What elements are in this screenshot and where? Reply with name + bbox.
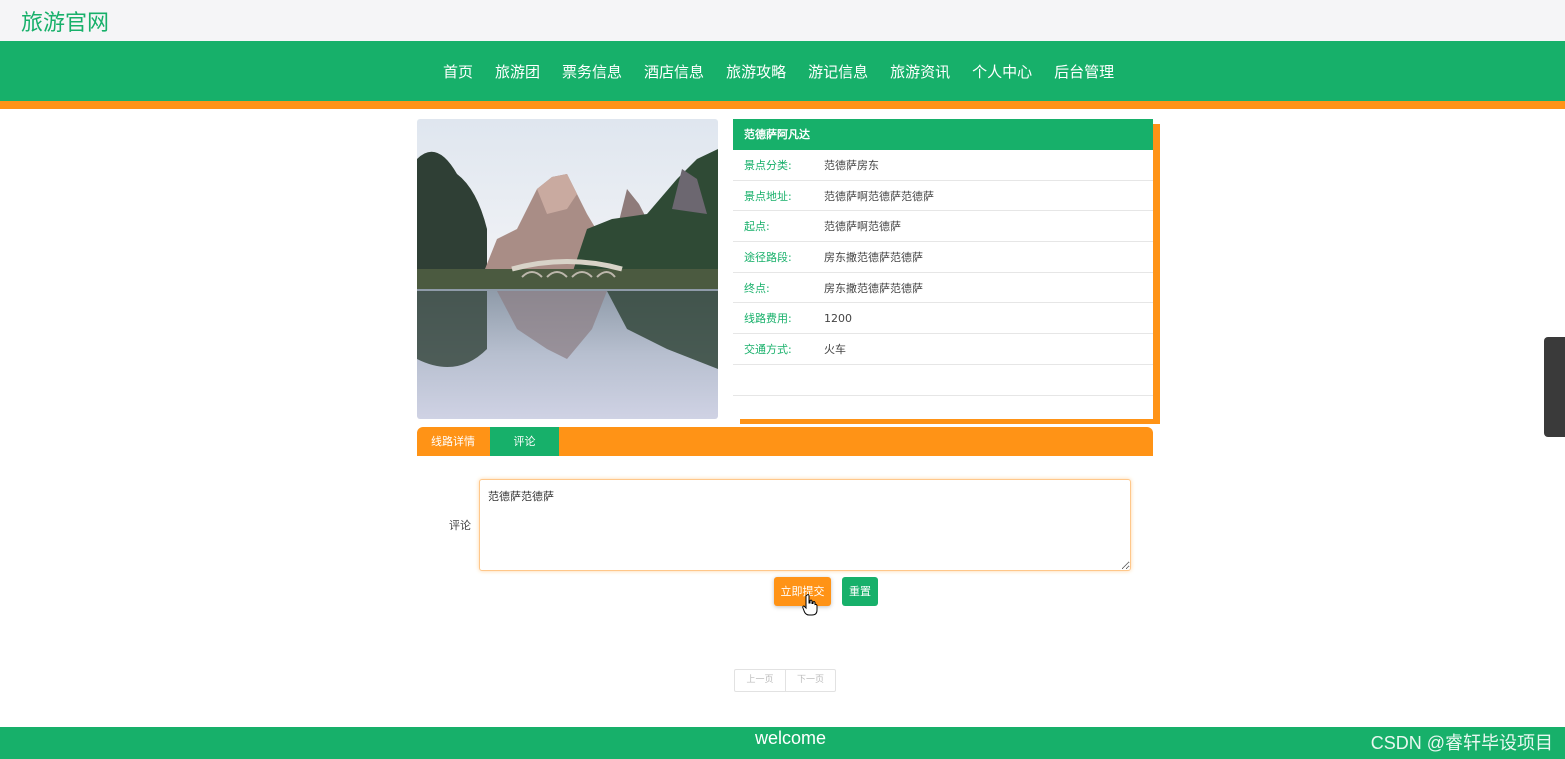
info-value: 房东撒范德萨范德萨 — [824, 250, 923, 264]
detail-tabbar: 线路详情 评论 — [417, 427, 1153, 456]
info-row-address: 景点地址: 范德萨啊范德萨范德萨 — [733, 181, 1153, 212]
info-row-end: 终点: 房东撒范德萨范德萨 — [733, 273, 1153, 304]
nav-item-travelogues[interactable]: 游记信息 — [808, 61, 868, 82]
nav-item-tickets[interactable]: 票务信息 — [562, 61, 622, 82]
info-row-category: 景点分类: 范德萨房东 — [733, 150, 1153, 181]
attraction-name: 范德萨阿凡达 — [733, 119, 1153, 150]
info-row-cost: 线路费用: 1200 — [733, 303, 1153, 335]
info-label: 起点: — [744, 220, 770, 234]
nav-accent-strip — [0, 101, 1565, 109]
info-row-transport: 交通方式: 火车 — [733, 334, 1153, 365]
hand-cursor-icon — [802, 594, 818, 616]
footer-welcome: welcome — [755, 728, 827, 748]
attraction-info-card: 范德萨阿凡达 景点分类: 范德萨房东 景点地址: 范德萨啊范德萨范德萨 起点: … — [733, 119, 1153, 419]
info-value: 1200 — [824, 311, 852, 325]
tab-comment[interactable]: 评论 — [490, 427, 559, 456]
info-label: 终点: — [744, 281, 770, 295]
landscape-image — [417, 119, 718, 419]
reset-button[interactable]: 重置 — [842, 577, 878, 606]
nav-item-home[interactable]: 首页 — [443, 61, 473, 82]
main-nav: 首页 旅游团 票务信息 酒店信息 旅游攻略 游记信息 旅游资讯 个人中心 后台管… — [0, 41, 1565, 101]
info-label: 景点分类: — [744, 158, 792, 172]
nav-items: 首页 旅游团 票务信息 酒店信息 旅游攻略 游记信息 旅游资讯 个人中心 后台管… — [432, 41, 1125, 101]
nav-item-hotels[interactable]: 酒店信息 — [644, 61, 704, 82]
info-value: 房东撒范德萨范德萨 — [824, 281, 923, 295]
info-value: 范德萨啊范德萨 — [824, 220, 901, 234]
nav-item-guides[interactable]: 旅游攻略 — [726, 61, 786, 82]
info-row-start: 起点: 范德萨啊范德萨 — [733, 211, 1153, 243]
info-value: 范德萨房东 — [824, 158, 879, 172]
info-label: 途径路段: — [744, 250, 792, 264]
nav-item-profile[interactable]: 个人中心 — [972, 61, 1032, 82]
info-label: 线路费用: — [744, 312, 792, 326]
pagination: 上一页 下一页 — [734, 669, 836, 692]
comment-label: 评论 — [449, 519, 471, 532]
nav-item-admin[interactable]: 后台管理 — [1054, 61, 1114, 82]
site-title[interactable]: 旅游官网 — [21, 5, 109, 37]
side-toggle-tab[interactable] — [1544, 337, 1565, 437]
comment-textarea[interactable] — [479, 479, 1131, 571]
info-value: 范德萨啊范德萨范德萨 — [824, 189, 934, 203]
next-page-button[interactable]: 下一页 — [785, 670, 835, 691]
watermark: CSDN @睿轩毕设项目 — [1370, 733, 1553, 753]
attraction-photo — [417, 119, 718, 419]
info-row-route: 途径路段: 房东撒范德萨范德萨 — [733, 242, 1153, 273]
info-value: 火车 — [824, 342, 846, 356]
nav-item-news[interactable]: 旅游资讯 — [890, 61, 950, 82]
top-header: 旅游官网 — [0, 0, 1565, 41]
tab-route-detail[interactable]: 线路详情 — [417, 427, 489, 456]
info-row-empty — [733, 365, 1153, 396]
nav-item-tour-group[interactable]: 旅游团 — [495, 61, 540, 82]
info-label: 交通方式: — [744, 342, 792, 356]
info-label: 景点地址: — [744, 189, 792, 203]
prev-page-button[interactable]: 上一页 — [735, 670, 785, 691]
